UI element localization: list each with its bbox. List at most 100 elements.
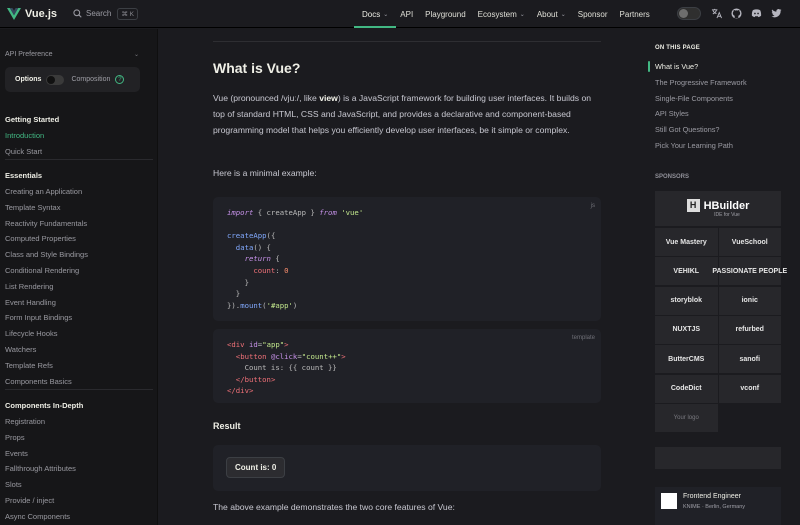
chevron-down-icon: ⌄ xyxy=(560,11,566,18)
sponsor-logo[interactable]: VueSchool xyxy=(718,228,781,256)
sponsor-logo[interactable]: VEHIKL xyxy=(655,257,718,286)
sponsor-logo[interactable]: sanofi xyxy=(718,345,781,374)
sidebar-item[interactable]: Computed Properties xyxy=(5,234,76,243)
twitter-icon[interactable] xyxy=(771,8,782,19)
sponsor-logo[interactable]: refurbed xyxy=(718,315,781,344)
sidebar-item[interactable]: Reactivity Fundamentals xyxy=(5,219,87,228)
search-icon xyxy=(73,9,82,18)
sponsor-hbuilder[interactable]: H HBuilder IDE for Vue xyxy=(655,191,781,226)
sidebar-item[interactable]: Lifecycle Hooks xyxy=(5,329,58,338)
divider xyxy=(213,41,601,42)
sponsor-logo[interactable]: PASSIONATE PEOPLE xyxy=(712,257,787,286)
api-preference-toggle: Options Composition ? xyxy=(5,67,140,92)
nav-link-sponsor[interactable]: Sponsor xyxy=(578,0,608,28)
sponsor-logo[interactable]: NUXTJS xyxy=(655,315,718,344)
sponsor-logo[interactable]: Your logo xyxy=(655,403,718,432)
nav-link-partners[interactable]: Partners xyxy=(620,0,650,28)
sidebar-divider xyxy=(5,389,153,390)
sponsor-logo[interactable]: Vue Mastery xyxy=(655,228,718,256)
nav-link-label: Sponsor xyxy=(577,9,608,19)
github-icon[interactable] xyxy=(731,8,742,19)
nav-link-label: About xyxy=(536,9,558,19)
translate-icon[interactable] xyxy=(711,8,722,19)
nav-link-label: Playground xyxy=(425,9,466,19)
sidebar-item[interactable]: Provide / inject xyxy=(5,496,54,505)
sidebar-divider xyxy=(5,159,153,160)
code-block-template[interactable]: template <div id="app"> <button @click="c… xyxy=(213,329,601,403)
ad-slot[interactable] xyxy=(655,447,781,469)
example-intro: Here is a minimal example: xyxy=(213,168,317,178)
code-block-js[interactable]: js import { createApp } from 'vue' create… xyxy=(213,197,601,321)
search-label: Search xyxy=(86,9,112,18)
api-style-switch[interactable] xyxy=(46,74,65,85)
search-shortcut: ⌘ K xyxy=(117,7,139,20)
intro-bold: view xyxy=(319,93,338,103)
discord-icon[interactable] xyxy=(751,8,762,19)
sponsor-logo[interactable]: storyblok xyxy=(655,286,718,315)
sidebar-item[interactable]: List Rendering xyxy=(5,282,53,291)
sidebar-item[interactable]: Event Handling xyxy=(5,298,56,307)
sidebar-item[interactable]: Slots xyxy=(5,480,22,489)
sidebar-item[interactable]: Async Components xyxy=(5,512,70,521)
nav-link-ecosystem[interactable]: Ecosystem ⌄ xyxy=(478,0,525,28)
sponsor-logo[interactable]: ButterCMS xyxy=(655,345,718,374)
intro-pre: Vue (pronounced /vjuː/, like xyxy=(213,93,320,103)
result-heading: Result xyxy=(213,421,241,431)
vue-logo-icon xyxy=(7,7,21,20)
sponsors-title: SPONSORS xyxy=(655,174,690,180)
main-content: What is Vue? Vue (pronounced /vjuː/, lik… xyxy=(158,29,626,525)
code-lang-label: template xyxy=(571,335,595,341)
toc-item[interactable]: Single-File Components xyxy=(655,94,733,103)
chevron-down-icon: ⌄ xyxy=(519,11,525,18)
count-button[interactable]: Count is: 0 xyxy=(226,457,286,478)
sidebar-item[interactable]: Introduction xyxy=(5,131,44,140)
job-location: KNIME · Berlin, Germany xyxy=(683,504,746,510)
sidebar-item[interactable]: Watchers xyxy=(5,345,36,354)
toc-item[interactable]: What is Vue? xyxy=(655,62,698,71)
brand-link[interactable]: Vue.js xyxy=(7,7,57,20)
toc-active-indicator xyxy=(648,61,650,72)
nav-link-api[interactable]: API xyxy=(400,0,413,28)
sidebar-item[interactable]: Conditional Rendering xyxy=(5,266,79,275)
search-button[interactable]: Search ⌘ K xyxy=(73,7,139,20)
sidebar-section-title: Components In-Depth xyxy=(5,401,84,410)
composition-api-label[interactable]: Composition xyxy=(71,76,110,83)
sidebar-item[interactable]: Registration xyxy=(5,417,45,426)
sidebar-section-title: Getting Started xyxy=(5,115,60,124)
nav-link-label: Docs xyxy=(362,9,381,19)
toc-item[interactable]: Pick Your Learning Path xyxy=(655,141,733,150)
help-icon[interactable]: ? xyxy=(115,75,125,84)
nav-link-playground[interactable]: Playground xyxy=(425,0,465,28)
sidebar-section-title: Essentials xyxy=(5,171,43,180)
nav-link-docs[interactable]: Docs ⌄ xyxy=(353,0,397,28)
sidebar-item[interactable]: Components Basics xyxy=(5,377,72,386)
sidebar-item[interactable]: Template Refs xyxy=(5,361,53,370)
theme-switch[interactable] xyxy=(677,7,701,20)
sidebar-item[interactable]: Form Input Bindings xyxy=(5,313,72,322)
sidebar-item[interactable]: Template Syntax xyxy=(5,203,60,212)
sidebar-item[interactable]: Creating an Application xyxy=(5,187,82,196)
sidebar-item[interactable]: Props xyxy=(5,433,25,442)
nav-link-about[interactable]: About ⌄ xyxy=(537,0,566,28)
page-title: What is Vue? xyxy=(213,60,301,76)
api-preference-label: API Preference xyxy=(5,51,53,58)
job-card[interactable]: Frontend Engineer KNIME · Berlin, German… xyxy=(655,487,781,525)
on-this-page-title: ON THIS PAGE xyxy=(655,45,700,51)
nav-links: Docs ⌄ API Playground Ecosystem ⌄ About ⌄ Sponso… xyxy=(353,0,662,28)
toc-item[interactable]: API Styles xyxy=(655,109,689,118)
nav-link-label: Partners xyxy=(619,9,650,19)
sidebar-item[interactable]: Quick Start xyxy=(5,147,42,156)
outro-paragraph: The above example demonstrates the two c… xyxy=(213,502,455,512)
sponsor-logo[interactable]: CodeDict xyxy=(655,374,718,403)
sidebar-item[interactable]: Events xyxy=(5,449,28,458)
sidebar-item[interactable]: Fallthrough Attributes xyxy=(5,464,76,473)
sponsor-logo[interactable]: vconf xyxy=(718,374,781,403)
sponsor-logo[interactable]: ionic xyxy=(718,286,781,315)
options-api-label[interactable]: Options xyxy=(15,76,41,83)
toc-item[interactable]: Still Got Questions? xyxy=(655,125,720,134)
chevron-down-icon[interactable]: ⌄ xyxy=(134,51,139,58)
toc-item[interactable]: The Progressive Framework xyxy=(655,78,747,87)
top-nav: Vue.js Search ⌘ K Docs ⌄ API Playground Ecos… xyxy=(0,0,800,28)
sidebar-item[interactable]: Class and Style Bindings xyxy=(5,250,88,259)
job-title: Frontend Engineer xyxy=(683,493,741,500)
